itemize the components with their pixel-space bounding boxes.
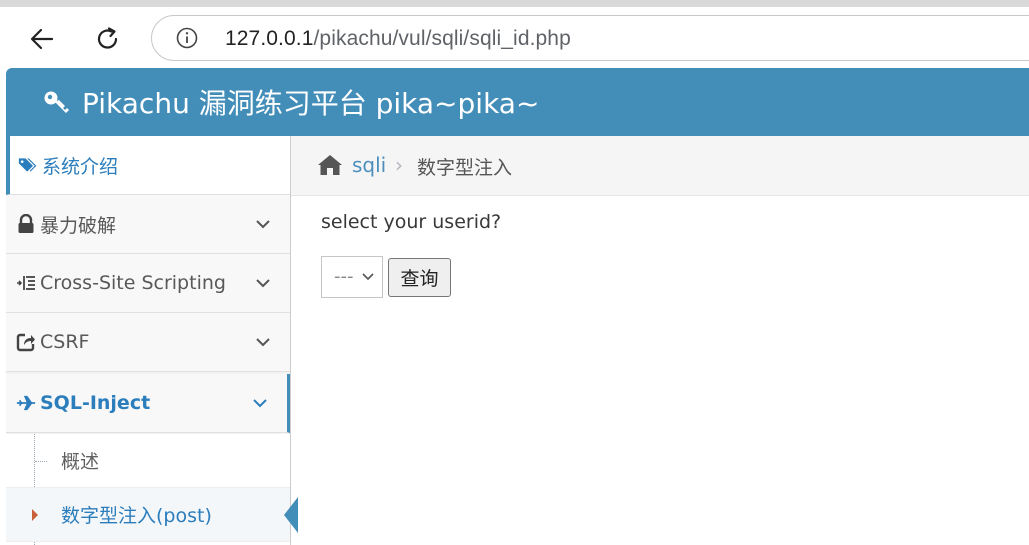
sidebar-item-label: CSRF: [40, 331, 90, 353]
brand[interactable]: Pikachu 漏洞练习平台 pika~pika~: [42, 82, 539, 122]
chevron-down-icon: [256, 279, 270, 288]
userid-select[interactable]: ---: [321, 256, 383, 298]
query-form: --- 查询: [321, 256, 451, 298]
sidebar-item-label: 系统介绍: [42, 155, 119, 178]
sidebar-item-label: Cross-Site Scripting: [40, 272, 226, 294]
breadcrumb-link-sqli[interactable]: sqli: [352, 153, 386, 177]
browser-top-strip: [0, 0, 1029, 7]
sidebar-item-sql-inject[interactable]: SQL-Inject: [6, 374, 290, 433]
lock-icon: [16, 214, 36, 234]
url-text[interactable]: 127.0.0.1/pikachu/vul/sqli/sqli_id.php: [225, 27, 571, 51]
list-indent-icon: [16, 273, 36, 293]
home-icon[interactable]: [317, 154, 343, 176]
page-content: select your userid? --- 查询: [321, 211, 502, 298]
userid-prompt: select your userid?: [321, 211, 502, 233]
reload-icon: [97, 27, 118, 49]
key-icon: [44, 91, 69, 113]
query-button[interactable]: 查询: [388, 257, 451, 297]
breadcrumb: sqli › 数字型注入: [291, 136, 1029, 196]
breadcrumb-separator: ›: [395, 153, 403, 177]
sidebar-item-label: 暴力破解: [40, 214, 117, 237]
info-icon[interactable]: [176, 27, 198, 49]
chevron-down-icon: [362, 273, 374, 281]
tags-icon: [18, 155, 38, 175]
submenu-item-numeric-injection[interactable]: 数字型注入(post): [6, 488, 298, 542]
sidebar: 系统介绍 暴力破解 Cross-Site Scripting CSRF SQL-…: [6, 136, 298, 545]
chevron-down-icon: [256, 220, 270, 229]
share-square-icon: [16, 332, 36, 352]
sidebar-item-label: SQL-Inject: [40, 392, 151, 414]
address-bar[interactable]: 127.0.0.1/pikachu/vul/sqli/sqli_id.php: [151, 15, 1029, 61]
back-button[interactable]: [24, 21, 60, 57]
submenu-item-label: 数字型注入(post): [61, 505, 212, 527]
submenu-item-label: 概述: [61, 451, 100, 473]
active-pointer: [284, 497, 298, 533]
url-host: 127.0.0.1: [225, 27, 314, 50]
sql-inject-submenu: 概述 数字型注入(post): [6, 434, 298, 545]
submenu-item-overview[interactable]: 概述: [6, 434, 290, 488]
brand-title: Pikachu 漏洞练习平台 pika~pika~: [82, 87, 540, 120]
browser-toolbar: 127.0.0.1/pikachu/vul/sqli/sqli_id.php: [0, 7, 1029, 68]
select-value: ---: [334, 266, 354, 287]
plane-icon: [16, 393, 36, 413]
sidebar-item-csrf[interactable]: CSRF: [6, 313, 290, 372]
reload-button[interactable]: [90, 21, 126, 57]
caret-right-icon: [32, 509, 38, 521]
sidebar-item-brute-force[interactable]: 暴力破解: [6, 195, 290, 254]
url-path: /pikachu/vul/sqli/sqli_id.php: [313, 27, 571, 50]
chevron-down-icon: [256, 338, 270, 347]
sidebar-item-intro[interactable]: 系统介绍: [6, 136, 290, 195]
chevron-down-icon: [253, 399, 267, 408]
arrow-left-icon: [30, 28, 54, 50]
sidebar-item-xss[interactable]: Cross-Site Scripting: [6, 254, 290, 313]
app-navbar: Pikachu 漏洞练习平台 pika~pika~: [6, 68, 1029, 136]
tree-branch: [35, 461, 47, 462]
breadcrumb-current: 数字型注入: [417, 157, 513, 179]
